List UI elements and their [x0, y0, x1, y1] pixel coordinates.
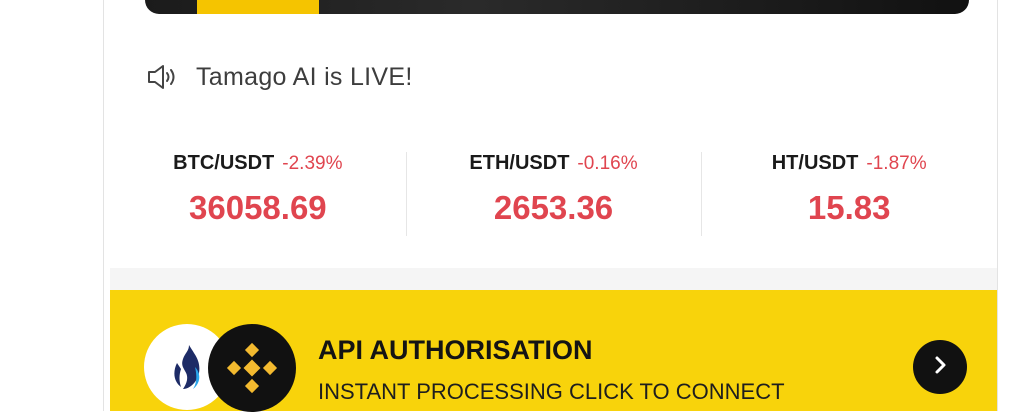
- ticker-pair: ETH/USDT: [469, 152, 570, 174]
- ticker-pair: HT/USDT: [771, 152, 859, 174]
- ticker-change: -1.87%: [866, 153, 927, 174]
- section-divider: [110, 268, 997, 290]
- speaker-icon: [146, 62, 178, 92]
- announcement-bar[interactable]: Tamago AI is LIVE!: [146, 60, 413, 94]
- ticker-ht-usdt[interactable]: HT/USDT -1.87% 15.83: [701, 140, 997, 250]
- announcement-text: Tamago AI is LIVE!: [196, 62, 413, 91]
- connect-arrow-button[interactable]: [913, 340, 967, 394]
- ticker-change: -0.16%: [577, 153, 638, 174]
- api-card-subtitle: INSTANT PROCESSING CLICK TO CONNECT: [318, 379, 785, 404]
- api-authorisation-card[interactable]: API AUTHORISATION INSTANT PROCESSING CLI…: [110, 290, 997, 412]
- chevron-right-icon: [929, 354, 951, 381]
- ticker-change: -2.39%: [282, 153, 343, 174]
- ticker-price: 15.83: [807, 189, 891, 226]
- api-card-title: API AUTHORISATION: [318, 335, 593, 365]
- promo-banner[interactable]: [145, 0, 969, 14]
- ticker-pair: BTC/USDT: [173, 152, 275, 174]
- ticker-price: 2653.36: [493, 189, 614, 226]
- binance-logo: [208, 324, 296, 412]
- market-tickers: BTC/USDT -2.39% 36058.69 ETH/USDT -0.16%…: [110, 140, 997, 250]
- ticker-eth-usdt[interactable]: ETH/USDT -0.16% 2653.36: [405, 140, 702, 250]
- ticker-price: 36058.69: [189, 189, 327, 226]
- ticker-btc-usdt[interactable]: BTC/USDT -2.39% 36058.69: [110, 140, 406, 250]
- banner-accent: [197, 0, 319, 14]
